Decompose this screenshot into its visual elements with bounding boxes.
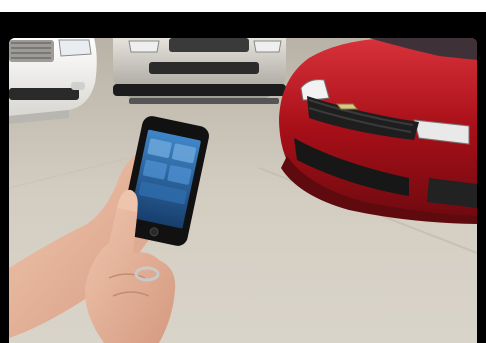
silver-car bbox=[113, 38, 286, 104]
photo-svg bbox=[9, 38, 477, 343]
photo-car-remote-app bbox=[9, 38, 477, 343]
top-white-bar bbox=[0, 0, 486, 12]
media-frame bbox=[0, 0, 486, 343]
